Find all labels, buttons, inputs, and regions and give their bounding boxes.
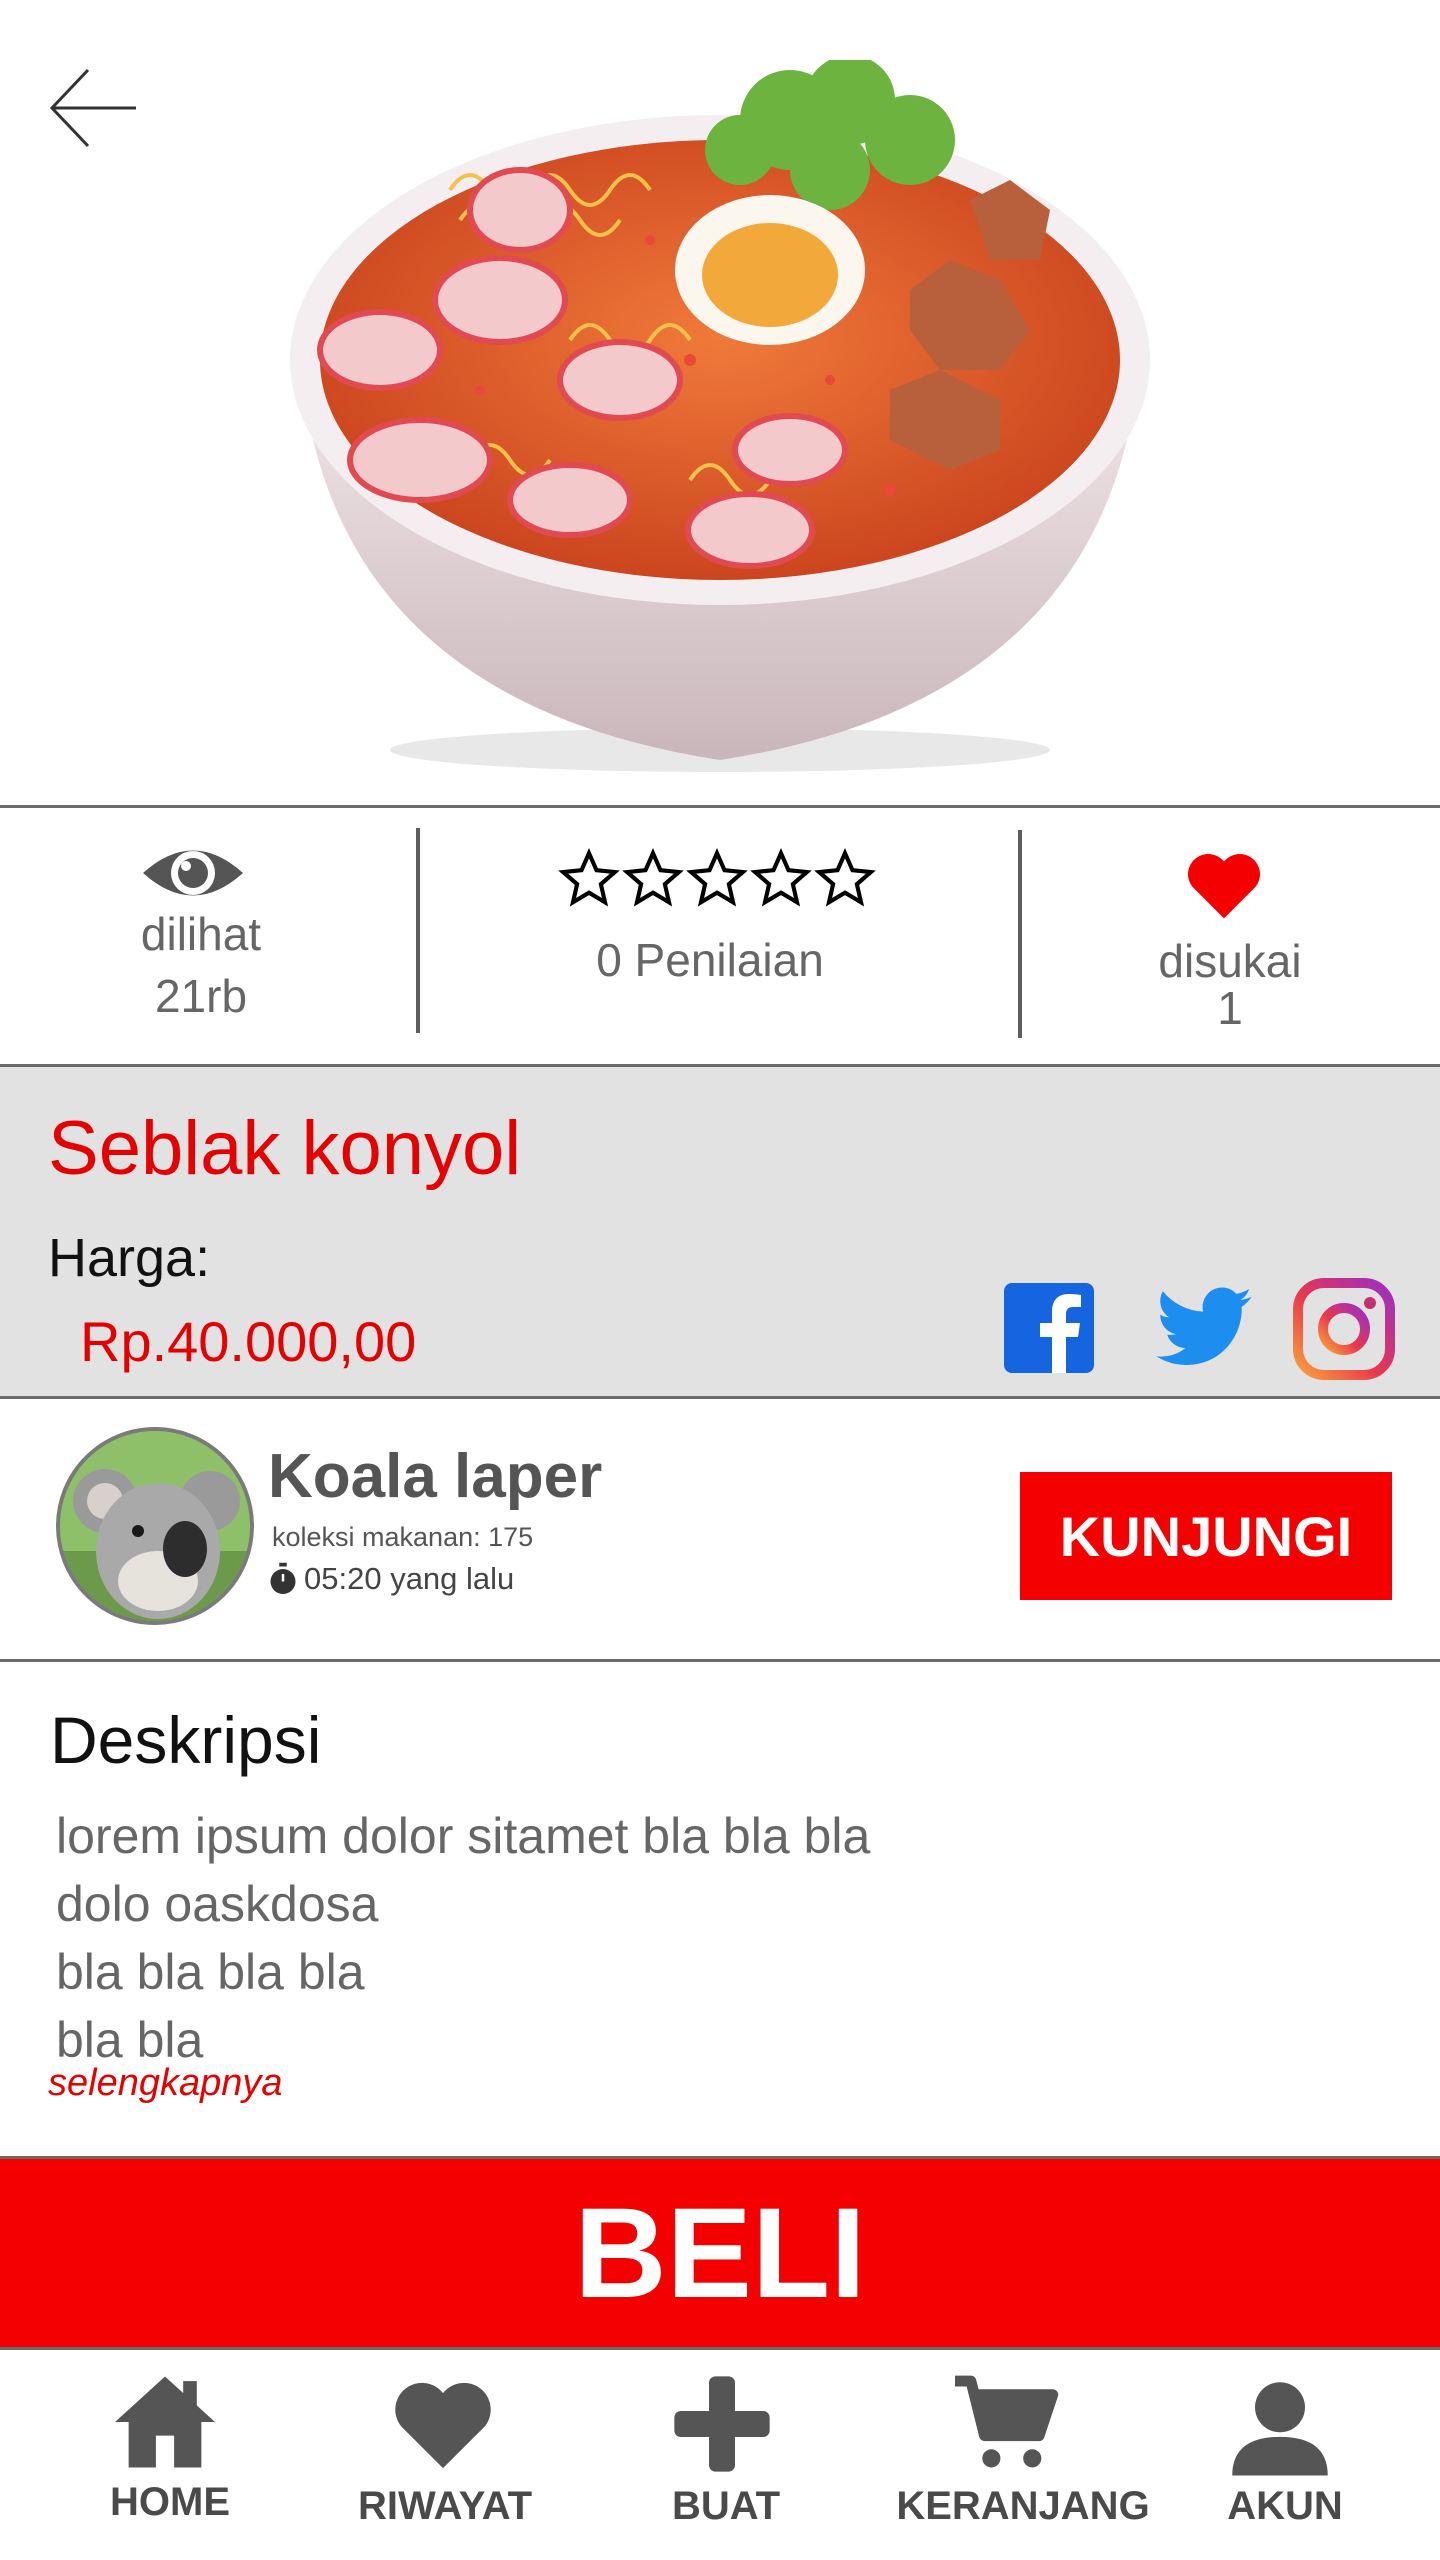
plus-icon: [674, 2376, 770, 2472]
heart-icon: [395, 2382, 491, 2469]
nav-account-label: AKUN: [1227, 2484, 1343, 2528]
product-title: Seblak konyol: [48, 1106, 522, 1191]
description-line: lorem ipsum dolor sitamet bla bla bla: [56, 1808, 871, 1864]
facebook-icon[interactable]: [1000, 1277, 1104, 1381]
seller-name[interactable]: Koala laper: [268, 1441, 602, 1512]
star-icon: [750, 848, 812, 907]
description-line: dolo oaskdosa: [56, 1876, 379, 1932]
description-section: Deskripsi lorem ipsum dolor sitamet bla …: [0, 1662, 1440, 2158]
stats-divider: [416, 828, 420, 1033]
star-icon: [686, 848, 748, 907]
product-info: Seblak konyol Harga: Rp.40.000,00: [0, 1067, 1440, 1399]
home-icon: [115, 2376, 215, 2468]
nav-cart[interactable]: KERANJANG: [890, 2350, 1160, 2560]
back-arrow-icon[interactable]: [44, 60, 144, 160]
buy-button[interactable]: BELI: [0, 2156, 1440, 2350]
seller-collection-count: koleksi makanan: 175: [272, 1522, 534, 1552]
koala-avatar-image: [60, 1431, 250, 1621]
stats-bar: dilihat 21rb 0 Penilaian disukai 1: [0, 805, 1440, 1067]
description-text: lorem ipsum dolor sitamet bla bla bla do…: [56, 1802, 870, 2074]
nav-create[interactable]: BUAT: [640, 2350, 810, 2560]
star-icon: [622, 848, 684, 907]
nav-create-label: BUAT: [671, 2484, 781, 2528]
cart-icon: [955, 2375, 1059, 2468]
read-more-link[interactable]: selengkapnya: [48, 2062, 283, 2105]
stats-divider: [1018, 830, 1022, 1038]
views-count: 21rb: [154, 970, 248, 1022]
nav-home-label: HOME: [110, 2480, 230, 2524]
description-line: bla bla bla bla: [56, 1944, 365, 2000]
eye-icon: [143, 850, 243, 896]
twitter-icon[interactable]: [1152, 1277, 1256, 1381]
rating-count-label: 0 Penilaian: [596, 934, 824, 986]
product-image-section: [0, 0, 1440, 805]
rating-stars[interactable]: [558, 848, 880, 932]
star-icon: [558, 848, 620, 907]
nav-home[interactable]: HOME: [80, 2350, 270, 2560]
views-label: dilihat: [140, 908, 262, 960]
instagram-icon[interactable]: [1292, 1277, 1396, 1381]
seblak-dish-image: [290, 60, 1150, 772]
nav-cart-label: KERANJANG: [896, 2484, 1150, 2528]
heart-icon[interactable]: [1184, 848, 1264, 922]
seller-last-active: 05:20 yang lalu: [268, 1561, 514, 1597]
seller-card: Koala laper koleksi makanan: 175 05:20 y…: [0, 1399, 1440, 1662]
description-title: Deskripsi: [50, 1703, 322, 1777]
price-label: Harga:: [48, 1228, 211, 1288]
bottom-nav: HOME RIWAYAT BUAT KERANJANG AKUN: [0, 2350, 1440, 2560]
stopwatch-icon: [270, 1562, 296, 1594]
likes-count: 1: [1217, 982, 1243, 1034]
star-icon: [814, 848, 876, 907]
user-icon: [1232, 2382, 1328, 2476]
nav-history[interactable]: RIWAYAT: [340, 2350, 550, 2560]
nav-account[interactable]: AKUN: [1210, 2350, 1360, 2560]
nav-history-label: RIWAYAT: [357, 2484, 533, 2528]
visit-seller-button[interactable]: KUNJUNGI: [1020, 1472, 1392, 1600]
seller-time-text: 05:20 yang lalu: [304, 1561, 515, 1596]
product-price: Rp.40.000,00: [80, 1310, 417, 1373]
avatar[interactable]: [56, 1427, 254, 1625]
